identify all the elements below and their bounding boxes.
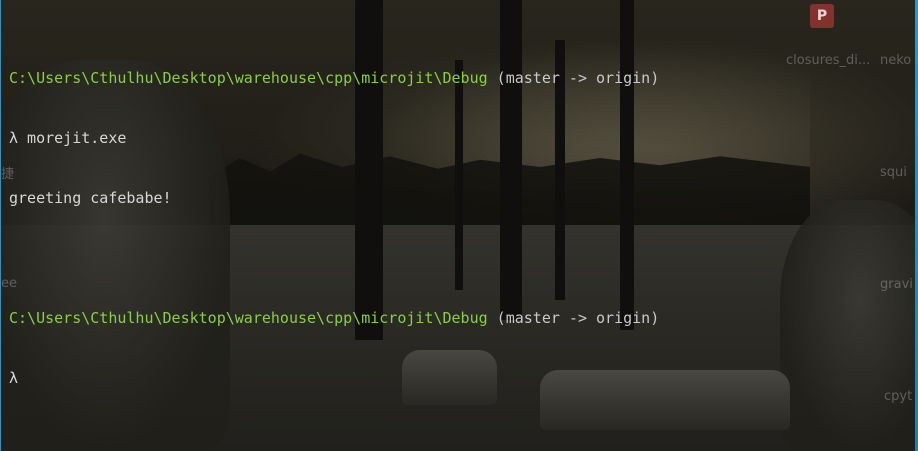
git-branch: (master -> origin) bbox=[487, 69, 660, 87]
cwd-path: C:\Users\Cthulhu\Desktop\warehouse\cpp\m… bbox=[9, 69, 488, 87]
desktop-icon-label[interactable]: gravi bbox=[880, 277, 913, 292]
desktop-icon-label[interactable]: closures_di... bbox=[786, 53, 870, 68]
desktop-icon-label[interactable]: squi bbox=[880, 165, 907, 180]
command-text: morejit.exe bbox=[18, 129, 127, 147]
output-text: greeting cafebabe! bbox=[9, 189, 172, 207]
command-line: λ morejit.exe bbox=[9, 128, 659, 148]
git-branch: (master -> origin) bbox=[487, 309, 660, 327]
terminal-output[interactable]: C:\Users\Cthulhu\Desktop\warehouse\cpp\m… bbox=[9, 28, 659, 428]
desktop-icon-label[interactable]: neko bbox=[880, 53, 911, 68]
window-left-border bbox=[0, 0, 1, 451]
output-line: greeting cafebabe! bbox=[9, 188, 659, 208]
lambda-prompt-icon: λ bbox=[9, 129, 19, 147]
desktop-icon-label[interactable]: cpyt bbox=[884, 389, 912, 404]
prompt-line: C:\Users\Cthulhu\Desktop\warehouse\cpp\m… bbox=[9, 68, 659, 88]
prompt-line: C:\Users\Cthulhu\Desktop\warehouse\cpp\m… bbox=[9, 308, 659, 328]
cwd-path: C:\Users\Cthulhu\Desktop\warehouse\cpp\m… bbox=[9, 309, 488, 327]
lambda-prompt-icon: λ bbox=[9, 369, 19, 387]
pdf-icon[interactable]: P bbox=[810, 4, 834, 28]
command-line[interactable]: λ bbox=[9, 368, 659, 388]
terminal-window[interactable]: P closures_di... neko squi gravi cpyt 捷 … bbox=[0, 0, 918, 451]
